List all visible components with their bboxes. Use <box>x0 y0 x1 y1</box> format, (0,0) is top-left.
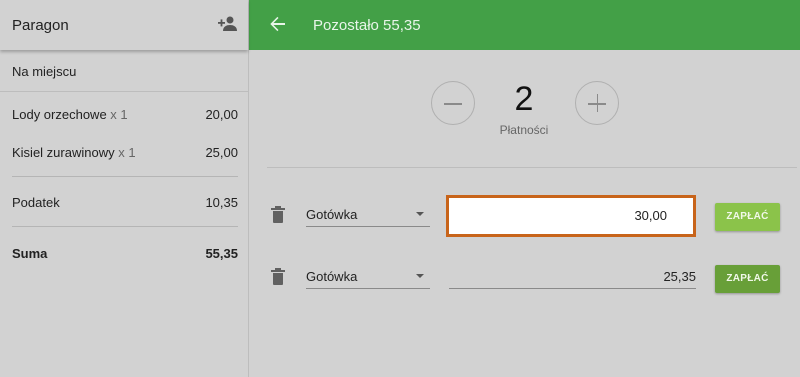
amount-value: 30,00 <box>634 208 667 223</box>
divider <box>12 226 238 227</box>
tax-label: Podatek <box>12 195 60 210</box>
arrow-back-icon[interactable] <box>269 15 287 33</box>
minus-icon <box>444 103 462 105</box>
payment-row: Gotówka 30,00 ZAPŁAĆ <box>249 193 800 239</box>
item-price: 20,00 <box>205 107 238 122</box>
receipt-item[interactable]: Lody orzechowe x 1 20,00 <box>12 107 238 123</box>
item-name: Lody orzechowe <box>12 107 107 122</box>
receipt-item[interactable]: Kisiel zurawinowy x 1 25,00 <box>12 145 238 161</box>
caret-down-icon <box>416 212 424 216</box>
order-type-row[interactable]: Na miejscu <box>0 50 248 92</box>
amount-input[interactable]: 30,00 <box>446 195 696 237</box>
trash-icon[interactable] <box>271 268 285 285</box>
item-qty: x 1 <box>118 145 136 160</box>
total-row: Suma 55,35 <box>12 246 238 262</box>
remaining-title: Pozostało 55,35 <box>313 17 421 34</box>
increase-payments-button[interactable] <box>575 81 619 125</box>
person-add-icon[interactable] <box>218 15 238 33</box>
top-app-bar: Pozostało 55,35 <box>249 0 800 50</box>
total-label: Suma <box>12 246 48 261</box>
order-type-label: Na miejscu <box>12 64 77 79</box>
receipt-title: Paragon <box>12 17 69 34</box>
receipt-panel: Paragon Na miejscu Lody orzechowe x 1 20… <box>0 0 249 377</box>
payment-method-select[interactable]: Gotówka <box>306 203 430 227</box>
total-value: 55,35 <box>205 246 238 261</box>
amount-value: 25,35 <box>663 269 696 284</box>
receipt-header: Paragon <box>0 0 248 50</box>
divider <box>267 167 797 168</box>
tax-value: 10,35 <box>205 195 238 210</box>
item-name: Kisiel zurawinowy <box>12 145 115 160</box>
payment-method-value: Gotówka <box>306 269 358 284</box>
item-qty: x 1 <box>110 107 128 122</box>
divider <box>12 176 238 177</box>
payments-panel: 2 Płatności Gotówka 30,00 ZAPŁAĆ Gotówka… <box>249 50 800 377</box>
payment-method-select[interactable]: Gotówka <box>306 265 430 289</box>
decrease-payments-button[interactable] <box>431 81 475 125</box>
payment-row: Gotówka 25,35 ZAPŁAĆ <box>249 255 800 301</box>
item-price: 25,00 <box>205 145 238 160</box>
trash-icon[interactable] <box>271 206 285 223</box>
payment-method-value: Gotówka <box>306 207 358 222</box>
payments-count-label: Płatności <box>499 123 549 137</box>
pay-button[interactable]: ZAPŁAĆ <box>715 265 780 293</box>
payments-count: 2 <box>514 80 534 118</box>
tax-row: Podatek 10,35 <box>12 195 238 211</box>
amount-input[interactable]: 25,35 <box>449 265 696 289</box>
caret-down-icon <box>416 274 424 278</box>
pay-button[interactable]: ZAPŁAĆ <box>715 203 780 231</box>
